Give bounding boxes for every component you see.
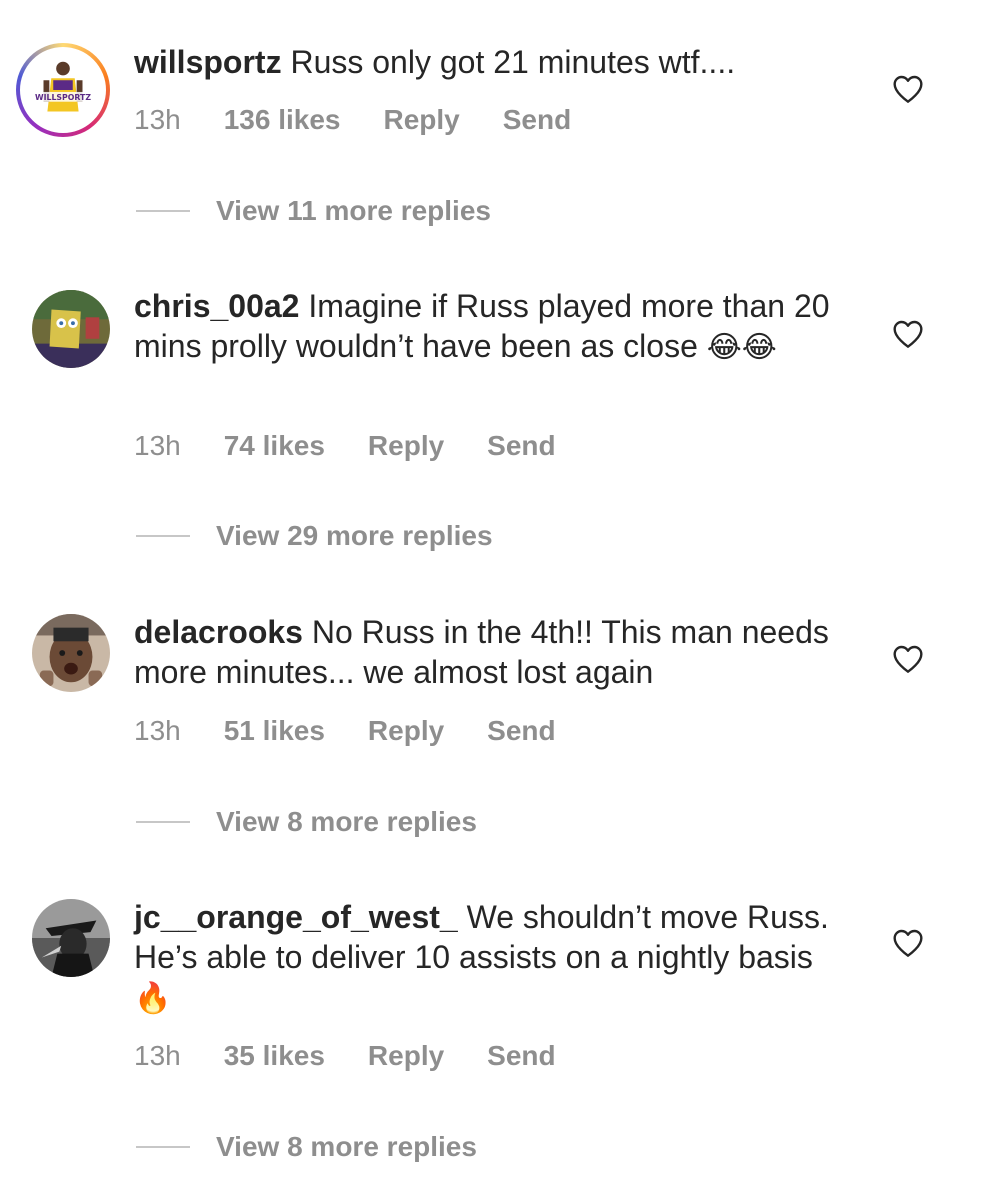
view-replies-label[interactable]: View 11 more replies	[216, 195, 491, 227]
comment-text: chris_00a2 Imagine if Russ played more t…	[134, 286, 854, 368]
comment-meta: 13h 74 likes Reply Send	[134, 430, 599, 462]
view-replies[interactable]: View 8 more replies	[136, 1131, 477, 1163]
username[interactable]: jc__orange_of_west_	[134, 899, 458, 935]
view-replies-label[interactable]: View 8 more replies	[216, 1131, 477, 1163]
like-heart-icon[interactable]	[892, 928, 924, 958]
view-replies[interactable]: View 11 more replies	[136, 195, 491, 227]
reply-button[interactable]: Reply	[368, 1040, 444, 1072]
replies-divider	[136, 210, 190, 212]
like-heart-icon[interactable]	[892, 74, 924, 104]
comment-text: delacrooks No Russ in the 4th!! This man…	[134, 612, 854, 692]
svg-text:WILLSPORTZ: WILLSPORTZ	[35, 93, 91, 102]
timestamp: 13h	[134, 104, 181, 135]
avatar-image: WILLSPORTZ	[24, 51, 102, 129]
timestamp: 13h	[134, 715, 181, 746]
username[interactable]: chris_00a2	[134, 288, 299, 324]
comment-meta: 13h 35 likes Reply Send	[134, 1040, 599, 1072]
username[interactable]: willsportz	[134, 44, 282, 80]
like-heart-icon[interactable]	[892, 319, 924, 349]
timestamp: 13h	[134, 1040, 181, 1071]
replies-divider	[136, 821, 190, 823]
reply-button[interactable]: Reply	[368, 430, 444, 462]
avatar-image	[32, 290, 110, 368]
username[interactable]: delacrooks	[134, 614, 303, 650]
comment-meta: 13h 51 likes Reply Send	[134, 715, 599, 747]
comment-text: jc__orange_of_west_ We shouldn’t move Ru…	[134, 897, 854, 1019]
reply-button[interactable]: Reply	[368, 715, 444, 747]
replies-divider	[136, 1146, 190, 1148]
comment-meta: 13h 136 likes Reply Send	[134, 104, 614, 136]
view-replies-label[interactable]: View 29 more replies	[216, 520, 493, 552]
avatar-image	[32, 899, 110, 977]
send-button[interactable]: Send	[487, 715, 555, 747]
comment-text: willsportz Russ only got 21 minutes wtf.…	[134, 42, 854, 82]
likes-count[interactable]: 136 likes	[224, 104, 341, 136]
reply-button[interactable]: Reply	[384, 104, 460, 136]
replies-divider	[136, 535, 190, 537]
send-button[interactable]: Send	[503, 104, 571, 136]
avatar[interactable]	[32, 290, 110, 368]
avatar[interactable]	[32, 614, 110, 692]
view-replies-label[interactable]: View 8 more replies	[216, 806, 477, 838]
fire-emoji-icon: 🔥	[134, 981, 172, 1016]
view-replies[interactable]: View 8 more replies	[136, 806, 477, 838]
timestamp: 13h	[134, 430, 181, 461]
laughing-emoji-icon: 😂😂	[706, 330, 777, 365]
likes-count[interactable]: 74 likes	[224, 430, 325, 462]
likes-count[interactable]: 51 likes	[224, 715, 325, 747]
avatar[interactable]	[32, 899, 110, 977]
view-replies[interactable]: View 29 more replies	[136, 520, 493, 552]
comment-body: Russ only got 21 minutes wtf....	[290, 44, 736, 80]
like-heart-icon[interactable]	[892, 644, 924, 674]
send-button[interactable]: Send	[487, 1040, 555, 1072]
avatar-image	[32, 614, 110, 692]
avatar[interactable]: WILLSPORTZ	[16, 43, 110, 137]
send-button[interactable]: Send	[487, 430, 555, 462]
likes-count[interactable]: 35 likes	[224, 1040, 325, 1072]
